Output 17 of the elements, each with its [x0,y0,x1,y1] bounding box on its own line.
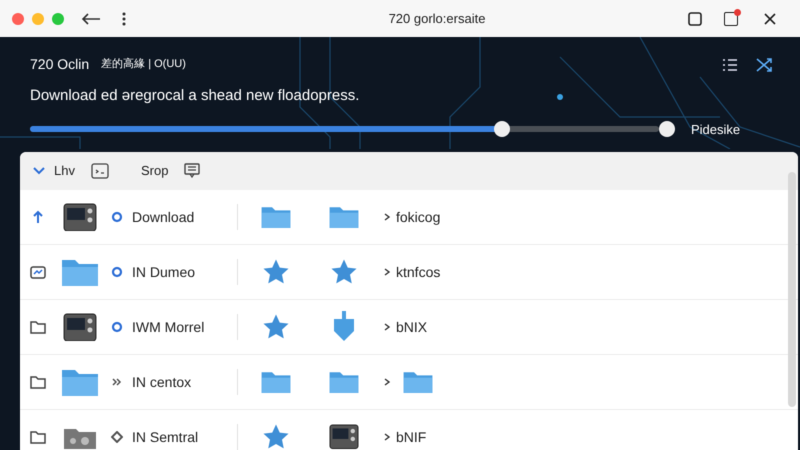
tail-label: bNIX [396,318,428,336]
tail-label: ktnfcos [396,262,440,282]
status-message: Download ed əregrocal a shead new floadopress. [29,86,360,106]
file-row[interactable]: IN Semtral bNIF [20,410,798,450]
tail-label: bNIF [396,428,426,446]
file-name: IN centox [132,372,192,392]
tail-label: fokicog [396,208,440,227]
header-subtitle: 差的高緣 | O(UU) [101,56,186,72]
file-name: Download [132,208,196,226]
progress-end-label: Pidesike [691,120,740,138]
header-title: 720 Oclin [30,55,90,74]
file-name: IWM Morrel [132,318,206,336]
view-button[interactable]: Lhv [32,161,75,181]
file-name: IN Dumeo [132,262,196,282]
window-title: 720 gorlo:ersaite [388,10,486,28]
toolbar-button[interactable]: Srop [140,161,168,181]
file-name: IN Semtral [132,428,200,446]
